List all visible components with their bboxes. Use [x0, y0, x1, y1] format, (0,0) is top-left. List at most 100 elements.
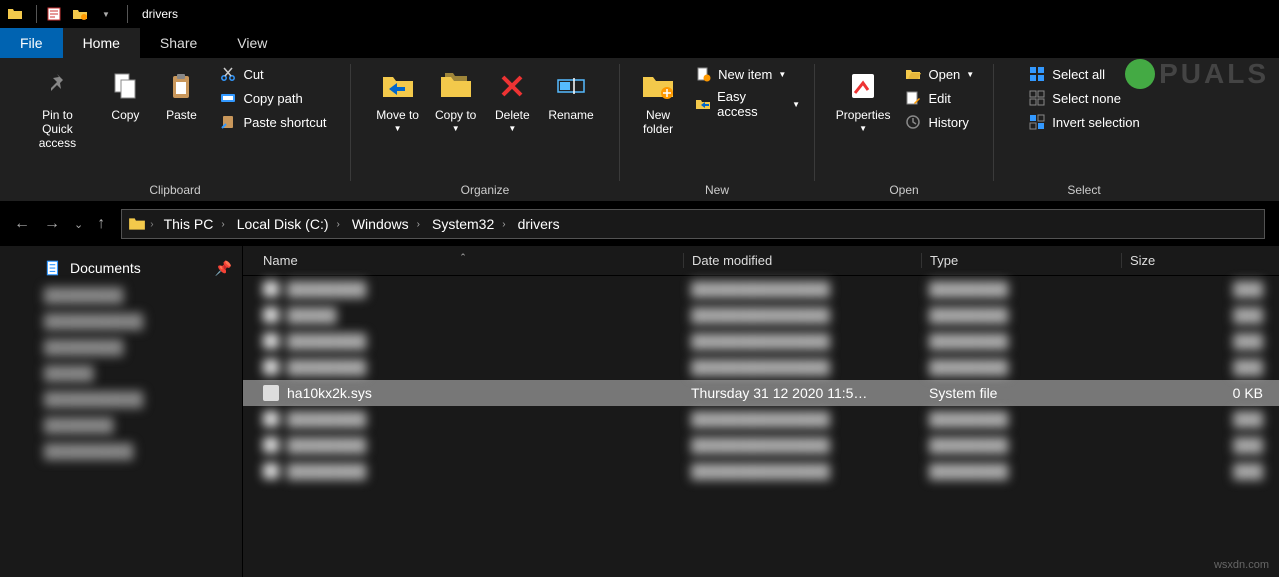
copy-icon — [107, 68, 143, 104]
open-button[interactable]: Open ▼ — [898, 62, 980, 86]
breadcrumb-windows[interactable]: Windows› — [346, 216, 426, 232]
nav-bar: ← → ⌄ ↑ › This PC› Local Disk (C:)› Wind… — [0, 202, 1279, 246]
breadcrumb-this-pc[interactable]: This PC› — [158, 216, 231, 232]
history-button[interactable]: History — [898, 110, 980, 134]
select-none-icon — [1028, 89, 1046, 107]
sidebar-item-documents[interactable]: Documents 📌 — [0, 254, 242, 282]
column-headers: ⌃ Name Date modified Type Size — [243, 246, 1279, 276]
file-type: System file — [921, 385, 1121, 401]
breadcrumb-system32[interactable]: System32› — [426, 216, 512, 232]
group-label-organize: Organize — [359, 179, 611, 201]
pin-icon: 📌 — [215, 260, 232, 277]
chevron-down-icon: ▼ — [859, 124, 867, 133]
edit-button[interactable]: Edit — [898, 86, 980, 110]
pin-to-quick-access-button[interactable]: Pin to Quick access — [17, 62, 97, 156]
file-row-blurred: █████████████████████████████████ — [243, 432, 1279, 458]
footer-watermark: wsxdn.com — [1214, 559, 1269, 571]
file-row-blurred: █████████████████████████████████ — [243, 354, 1279, 380]
qat-dropdown-icon[interactable]: ▼ — [95, 3, 117, 25]
chevron-right-icon[interactable]: › — [337, 219, 340, 230]
group-label-select: Select — [1002, 179, 1166, 201]
file-date: Thursday 31 12 2020 11:5… — [683, 385, 921, 401]
paste-button[interactable]: Paste — [153, 62, 209, 128]
copy-button[interactable]: Copy — [97, 62, 153, 128]
separator — [127, 5, 128, 23]
chevron-right-icon[interactable]: › — [417, 219, 420, 230]
copy-to-icon — [438, 68, 474, 104]
easy-access-icon — [694, 95, 711, 113]
column-header-name[interactable]: ⌃ Name — [243, 253, 683, 268]
chevron-down-icon: ▼ — [394, 124, 402, 133]
new-item-button[interactable]: New item ▼ — [688, 62, 806, 86]
column-header-date[interactable]: Date modified — [683, 253, 921, 268]
file-row-blurred: ██████████████████████████████ — [243, 302, 1279, 328]
rename-button[interactable]: Rename — [540, 62, 601, 128]
select-all-icon — [1028, 65, 1046, 83]
chevron-right-icon[interactable]: › — [221, 219, 224, 230]
column-header-type[interactable]: Type — [921, 253, 1121, 268]
address-bar[interactable]: › This PC› Local Disk (C:)› Windows› Sys… — [121, 209, 1265, 239]
move-to-button[interactable]: Move to ▼ — [368, 62, 427, 139]
documents-icon — [44, 259, 62, 277]
properties-icon — [845, 68, 881, 104]
group-label-clipboard: Clipboard — [8, 179, 342, 201]
file-icon — [263, 385, 279, 401]
invert-selection-button[interactable]: Invert selection — [1022, 110, 1145, 134]
file-rows: █████████████████████████████████ ██████… — [243, 276, 1279, 484]
chevron-down-icon: ▼ — [792, 100, 800, 109]
cut-button[interactable]: Cut — [213, 62, 332, 86]
rename-icon — [553, 68, 589, 104]
file-size: 0 KB — [1121, 385, 1279, 401]
easy-access-button[interactable]: Easy access ▼ — [688, 86, 806, 122]
breadcrumb-local-disk[interactable]: Local Disk (C:)› — [231, 216, 346, 232]
title-bar: ▼ drivers — [0, 0, 1279, 28]
sidebar-item-blurred: ████████ — [0, 334, 242, 360]
chevron-right-icon[interactable]: › — [502, 219, 505, 230]
chevron-right-icon[interactable]: › — [150, 219, 153, 230]
new-folder-button[interactable]: New folder — [628, 62, 688, 142]
recent-locations-button[interactable]: ⌄ — [74, 218, 83, 231]
forward-button[interactable]: → — [44, 215, 60, 233]
app-icon — [4, 3, 26, 25]
tab-view[interactable]: View — [217, 28, 287, 58]
file-row-selected[interactable]: ha10kx2k.sys Thursday 31 12 2020 11:5… S… — [243, 380, 1279, 406]
file-list-pane: ⌃ Name Date modified Type Size █████████… — [242, 246, 1279, 577]
group-label-new: New — [628, 179, 806, 201]
chevron-down-icon: ▼ — [966, 70, 974, 79]
paste-shortcut-button[interactable]: Paste shortcut — [213, 110, 332, 134]
sidebar-item-blurred: █████████ — [0, 438, 242, 464]
tab-home[interactable]: Home — [63, 28, 140, 58]
file-row-blurred: █████████████████████████████████ — [243, 406, 1279, 432]
copy-to-button[interactable]: Copy to ▼ — [427, 62, 484, 139]
ribbon: Pin to Quick access Copy Paste Cut Copy … — [0, 58, 1279, 202]
delete-button[interactable]: Delete ▼ — [484, 62, 540, 139]
separator — [36, 5, 37, 23]
sidebar-item-blurred: ███████ — [0, 412, 242, 438]
tab-file[interactable]: File — [0, 28, 63, 58]
back-button[interactable]: ← — [14, 215, 30, 233]
watermark: PUALS — [1125, 58, 1269, 90]
history-icon — [904, 113, 922, 131]
sidebar-item-blurred: ██████████ — [0, 308, 242, 334]
file-row-blurred: █████████████████████████████████ — [243, 328, 1279, 354]
properties-button[interactable]: Properties ▼ — [828, 62, 899, 139]
file-name: ha10kx2k.sys — [287, 385, 372, 401]
pin-icon — [39, 68, 75, 104]
navigation-pane[interactable]: Documents 📌 ████████ ██████████ ████████… — [0, 246, 242, 577]
invert-selection-icon — [1028, 113, 1046, 131]
sidebar-item-blurred: ████████ — [0, 282, 242, 308]
group-new: New folder New item ▼ Easy access ▼ New — [620, 58, 814, 201]
qat-new-folder-icon[interactable] — [69, 3, 91, 25]
tab-strip: File Home Share View — [0, 28, 1279, 58]
up-button[interactable]: ↑ — [97, 215, 105, 233]
sidebar-item-blurred: █████ — [0, 360, 242, 386]
copy-path-button[interactable]: Copy path — [213, 86, 332, 110]
column-header-size[interactable]: Size — [1121, 253, 1279, 268]
qat-properties-icon[interactable] — [43, 3, 65, 25]
group-clipboard: Pin to Quick access Copy Paste Cut Copy … — [0, 58, 350, 201]
sort-indicator-icon: ⌃ — [459, 252, 467, 263]
window-title: drivers — [142, 7, 178, 21]
breadcrumb-drivers[interactable]: drivers — [512, 216, 566, 232]
tab-share[interactable]: Share — [140, 28, 217, 58]
copy-path-icon — [219, 89, 237, 107]
